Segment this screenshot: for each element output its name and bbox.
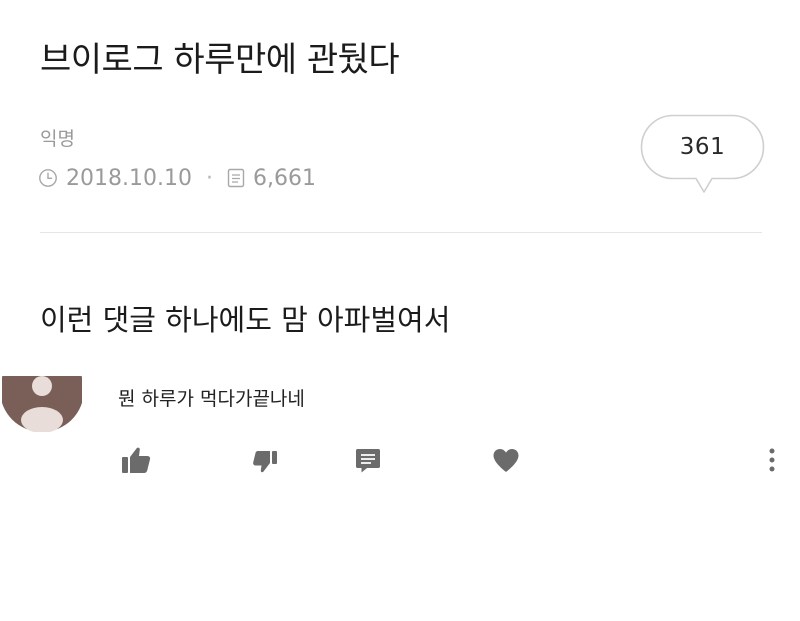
more-options-button[interactable] [757, 440, 787, 480]
comment-text: 뭔 하루가 먹다가끝나네 [118, 388, 305, 410]
view-count: 6,661 [252, 165, 316, 191]
dislike-button[interactable] [245, 440, 285, 480]
heart-icon [493, 449, 519, 472]
post-title: 브이로그 하루만에 관뒀다 [40, 40, 400, 80]
document-icon [227, 168, 245, 188]
post-meta: 2018.10.10 · 6,661 [38, 163, 316, 193]
meta-separator: · [205, 165, 213, 191]
thumbs-down-icon [253, 451, 277, 473]
clock-icon [38, 168, 58, 188]
comment-count: 361 [679, 134, 726, 160]
more-vertical-icon [769, 448, 775, 472]
like-button[interactable] [116, 440, 156, 480]
reply-button[interactable] [348, 440, 388, 480]
divider [40, 232, 762, 233]
post-body: 이런 댓글 하나에도 맘 아파벌여서 [40, 303, 451, 337]
author-name: 익명 [40, 128, 75, 150]
avatar [2, 376, 82, 432]
post-date: 2018.10.10 [66, 165, 192, 191]
comment-icon [356, 449, 380, 473]
thumbs-up-icon [122, 447, 151, 473]
comment-count-bubble[interactable]: 361 [640, 114, 765, 196]
favorite-button[interactable] [486, 440, 526, 480]
